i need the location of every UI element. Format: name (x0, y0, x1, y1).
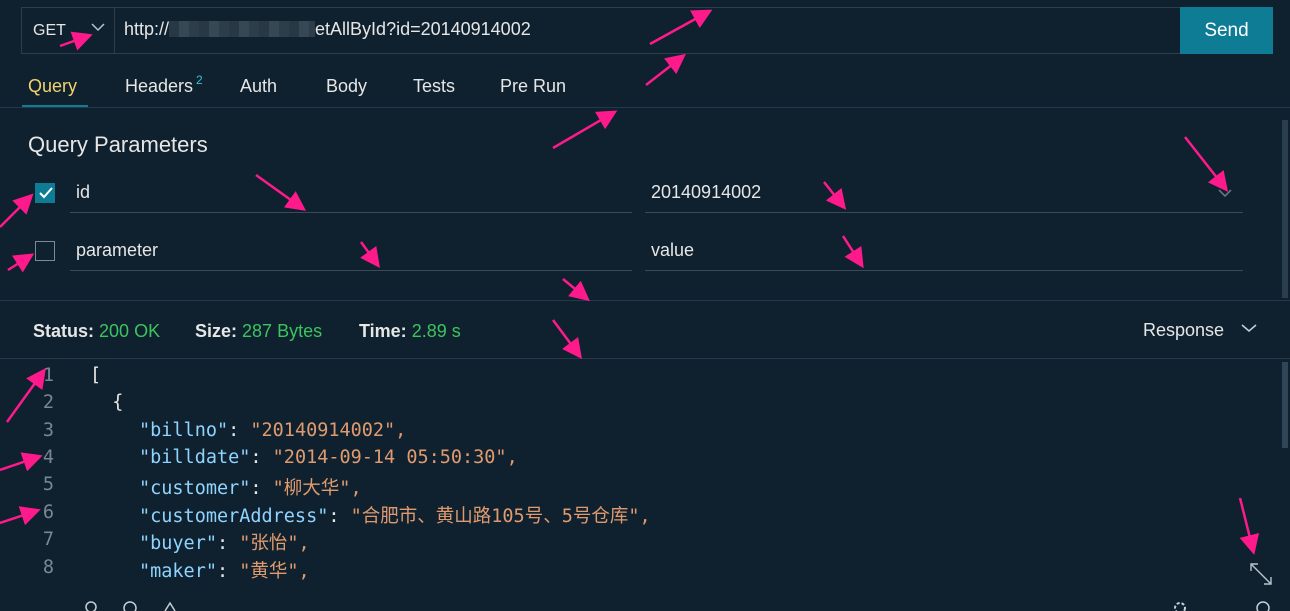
url-prefix: http:// (124, 19, 170, 39)
annotation-arrow (645, 53, 686, 86)
code-line: "maker": "黄华", (139, 561, 310, 582)
headers-count-badge: 2 (196, 73, 203, 87)
annotation-arrow (552, 110, 618, 150)
param-name-placeholder[interactable]: parameter (70, 231, 632, 271)
url-suffix: etAllById?id=20140914002 (315, 19, 531, 39)
tab-headers-label: Headers (125, 76, 194, 96)
json-key: "buyer" (139, 533, 217, 554)
status-indicator: Status: 200 OK (33, 321, 160, 342)
status-value: 200 OK (99, 321, 161, 341)
json-value: "20140914002", (250, 420, 407, 441)
size-value: 287 Bytes (242, 321, 323, 341)
size-indicator: Size: 287 Bytes (195, 321, 322, 342)
line-number: 1 (42, 365, 54, 386)
tab-headers[interactable]: Headers 2 (125, 73, 203, 97)
panel-divider (0, 300, 1290, 301)
param-checkbox-id[interactable] (35, 183, 55, 203)
gear-icon[interactable] (1172, 598, 1188, 611)
line-number: 4 (42, 447, 54, 468)
param-value-field[interactable]: 20140914002 (645, 173, 1243, 213)
tab-query[interactable]: Query (28, 76, 77, 97)
code-line: [ (90, 365, 102, 386)
param-value-placeholder[interactable]: value (645, 231, 1243, 271)
json-key: "billno" (139, 420, 229, 441)
url-input[interactable]: http:// etAllById?id=20140914002 (124, 19, 531, 40)
code-line: "customerAddress": "合肥市、黄山路105号、5号仓库", (139, 506, 651, 527)
json-value: "柳大华", (272, 478, 362, 499)
time-indicator: Time: 2.89 s (359, 321, 461, 342)
json-key: "billdate" (139, 447, 251, 468)
status-label: Status: (33, 321, 95, 341)
line-number: 6 (42, 502, 54, 523)
circle-icon[interactable] (1255, 598, 1271, 611)
query-scrollbar[interactable] (1282, 120, 1288, 298)
code-line: "buyer": "张怡", (139, 533, 310, 554)
json-value: "2014-09-14 05:50:30", (272, 447, 518, 468)
triangle-icon[interactable] (163, 598, 177, 611)
param-checkbox-new[interactable] (35, 241, 55, 261)
annotation-arrow (551, 319, 582, 360)
json-value: "黄华", (239, 561, 310, 582)
code-line: { (90, 392, 124, 413)
json-key: "customer" (139, 478, 251, 499)
tab-body[interactable]: Body (326, 76, 367, 97)
annotation-arrow (1238, 497, 1260, 555)
json-key: "customerAddress" (139, 506, 329, 527)
redacted-url-segment (169, 21, 316, 37)
chevron-down-icon[interactable] (1218, 188, 1232, 198)
check-icon (39, 187, 53, 199)
expand-icon[interactable] (1248, 561, 1274, 587)
chevron-down-icon[interactable] (91, 22, 105, 32)
tab-auth[interactable]: Auth (240, 76, 277, 97)
json-value: "合肥市、黄山路105号、5号仓库", (350, 506, 651, 527)
tab-tests[interactable]: Tests (413, 76, 455, 97)
annotation-arrow (0, 193, 34, 228)
time-value: 2.89 s (411, 321, 461, 341)
json-key: "maker" (139, 561, 217, 582)
time-label: Time: (359, 321, 407, 341)
method-label: GET (33, 21, 66, 39)
size-label: Size: (195, 321, 238, 341)
line-number: 2 (42, 392, 54, 413)
circle-icon[interactable] (122, 598, 138, 611)
line-number: 5 (42, 474, 54, 495)
response-scrollbar[interactable] (1282, 362, 1288, 448)
code-line: "billno": "20140914002", (139, 420, 407, 441)
code-line: "billdate": "2014-09-14 05:50:30", (139, 447, 518, 468)
param-name-field[interactable]: id (70, 173, 632, 213)
annotation-arrow (7, 253, 35, 273)
circle-icon[interactable] (84, 598, 98, 611)
chevron-down-icon[interactable] (1241, 323, 1257, 333)
json-value: "张怡", (239, 533, 310, 554)
tabs-divider (0, 107, 1290, 108)
line-number: 7 (42, 529, 54, 550)
query-parameters-title: Query Parameters (28, 132, 208, 157)
send-button[interactable]: Send (1180, 7, 1273, 54)
line-number: 3 (42, 420, 54, 441)
tab-pre-run[interactable]: Pre Run (500, 76, 566, 97)
line-number: 8 (42, 557, 54, 578)
annotation-arrow (562, 278, 590, 302)
code-line: "customer": "柳大华", (139, 478, 362, 499)
status-divider (0, 358, 1290, 359)
response-dropdown[interactable]: Response (1143, 320, 1224, 341)
